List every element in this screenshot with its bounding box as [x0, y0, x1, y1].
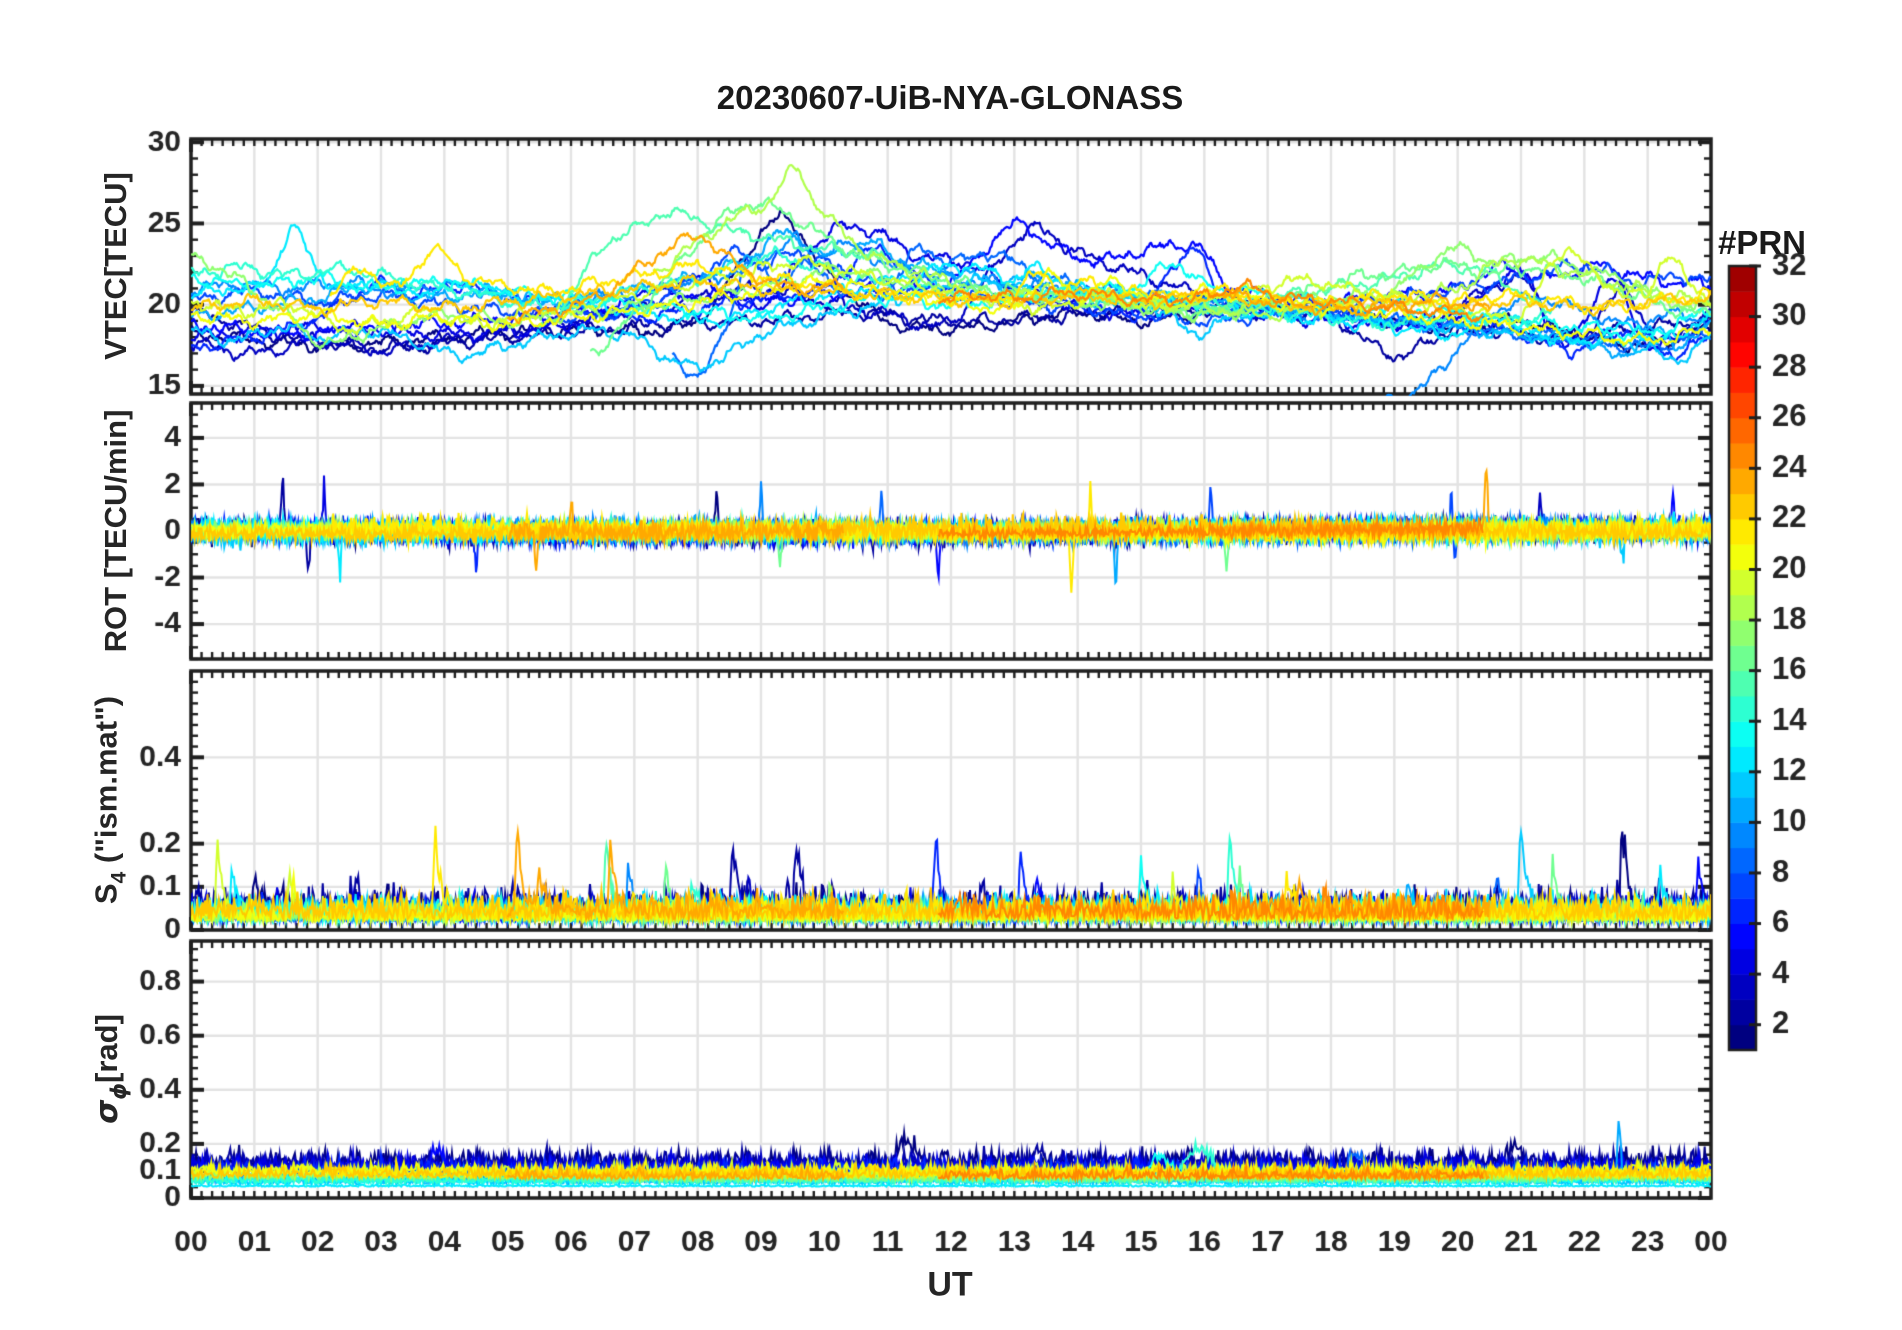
ylabel-rot: ROT [TECU/min]	[98, 409, 133, 653]
xlabel-ut: UT	[927, 1265, 973, 1304]
ylabel-vtec: VTEC[TECU]	[98, 172, 133, 360]
ylabel-s4: S4 ("ism.mat")	[88, 695, 131, 905]
chart-title: 20230607-UiB-NYA-GLONASS	[716, 79, 1184, 116]
figure: 20230607-UiB-NYA-GLONASS VTEC[TECU] ROT …	[0, 0, 1902, 1330]
colorbar-title: #PRN	[1717, 224, 1807, 261]
chart-canvas	[0, 0, 1902, 1330]
ylabel-sigma-phi: σϕ[rad]	[88, 1014, 132, 1124]
